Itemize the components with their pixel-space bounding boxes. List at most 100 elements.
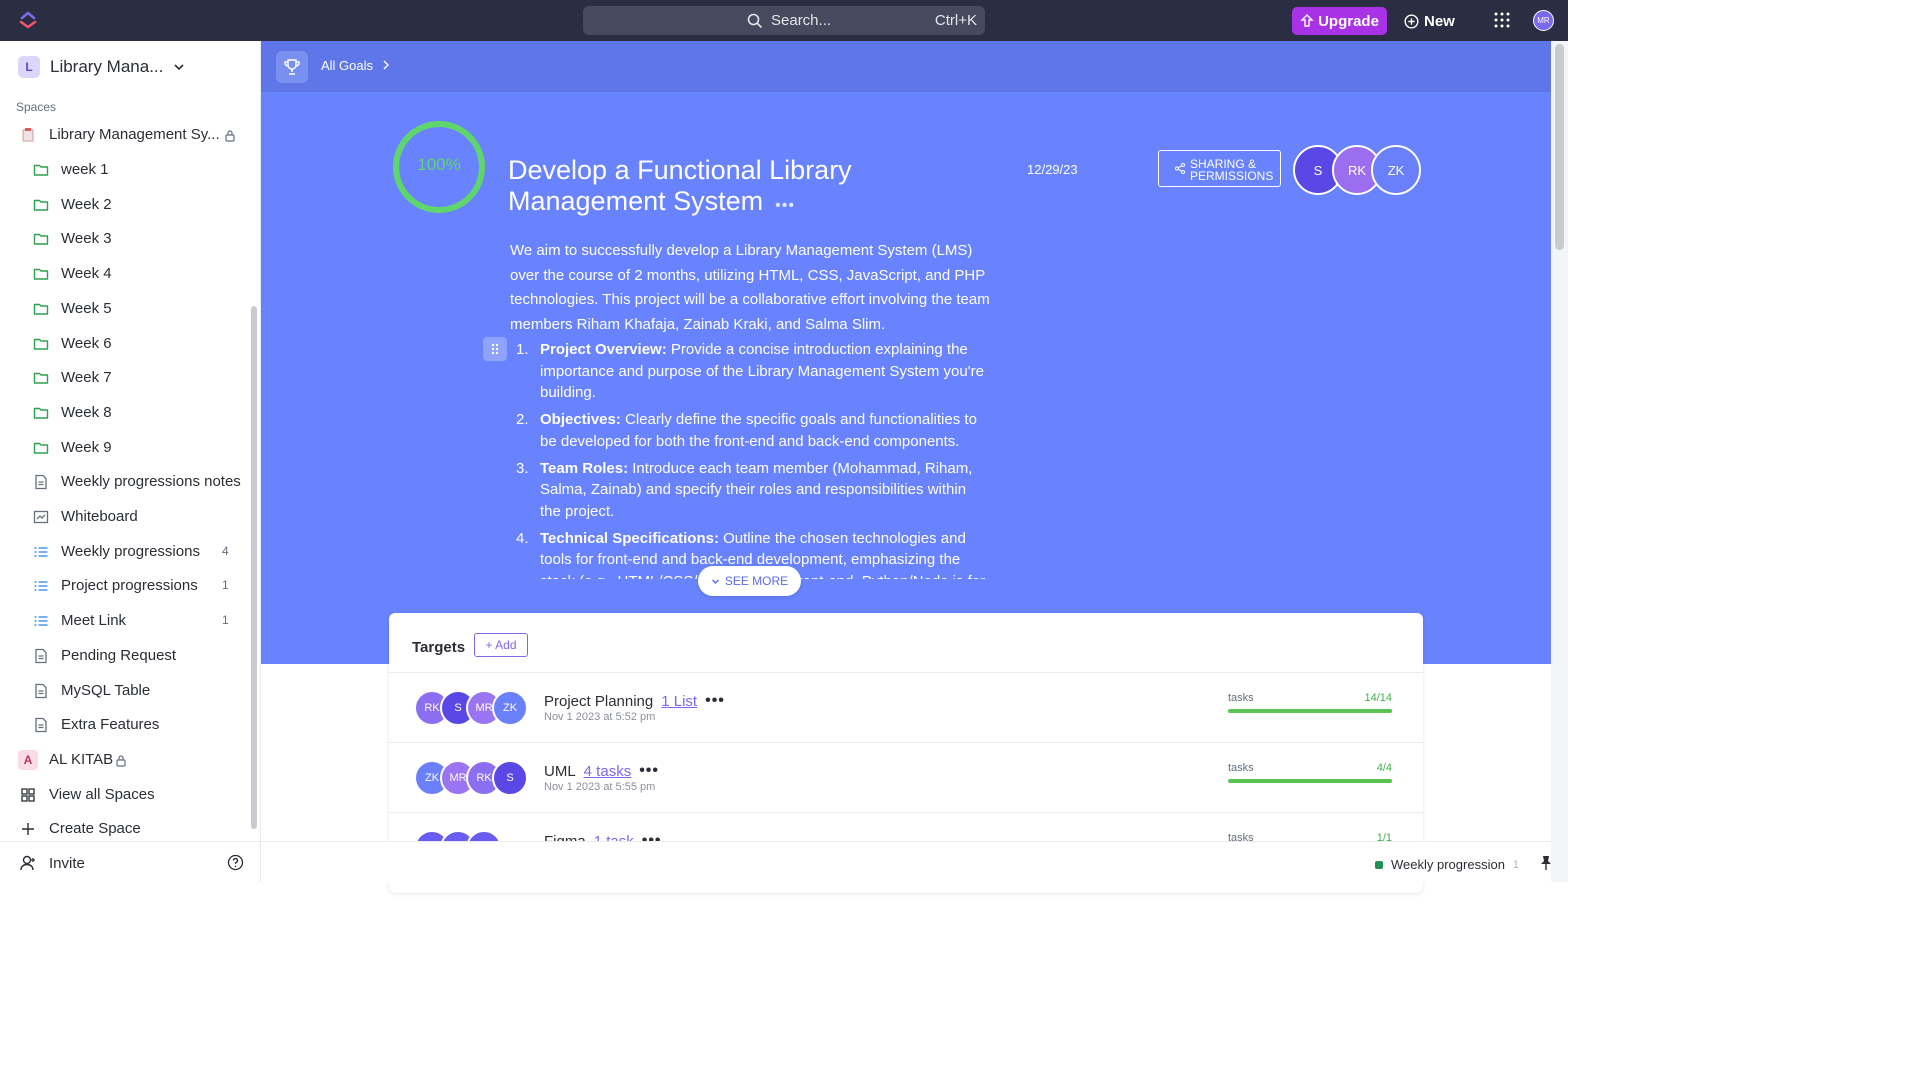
goal-list-item[interactable]: 1. Project Overview: Provide a concise in… (510, 339, 990, 404)
tray-item-weekly-progression[interactable]: Weekly progression 1 (1375, 857, 1519, 872)
assignee-avatar[interactable]: S (492, 760, 528, 796)
sidebar-item[interactable]: Extra Features (0, 710, 250, 740)
more-icon[interactable]: ••• (639, 762, 659, 780)
sidebar-item-count: 1 (222, 578, 229, 593)
sidebar-item[interactable]: Project progressions 1 (0, 571, 250, 601)
search-shortcut: Ctrl+K (934, 12, 977, 29)
sidebar-item[interactable]: Week 7 (0, 363, 250, 393)
sidebar-item-count: 1 (222, 613, 229, 628)
sidebar-item[interactable]: Weekly progressions 4 (0, 537, 250, 567)
member-avatar-zk[interactable]: ZK (1371, 145, 1421, 195)
list-icon (33, 613, 49, 629)
sidebar-item-label: Week 3 (61, 230, 112, 248)
target-name[interactable]: UML (544, 763, 576, 780)
space-emoji-icon (22, 128, 34, 142)
new-button[interactable]: New (1404, 8, 1455, 34)
goal-list-item[interactable]: 3. Team Roles: Introduce each team member… (510, 458, 990, 523)
sidebar-item[interactable]: Week 6 (0, 329, 250, 359)
sidebar-item[interactable]: Week 8 (0, 398, 250, 428)
list-icon (33, 544, 49, 560)
create-space[interactable]: Create Space (0, 814, 250, 844)
doc-icon (33, 717, 49, 733)
lock-icon (225, 130, 235, 142)
trophy-icon[interactable] (276, 51, 308, 83)
list-item-heading: Objectives: (540, 411, 621, 429)
folder-icon (33, 336, 49, 352)
goal-title[interactable]: Develop a Functional Library Management … (508, 155, 1008, 221)
see-more-button[interactable]: SEE MORE (698, 566, 801, 596)
goal-due-date[interactable]: 12/29/23 (1027, 162, 1078, 177)
target-progress-value: 4/4 (1376, 762, 1392, 774)
space-library-management[interactable]: Library Management Sy... (0, 120, 250, 150)
breadcrumb[interactable]: All Goals (321, 58, 391, 73)
sidebar-item[interactable]: Week 9 (0, 433, 250, 463)
sidebar-item-label: Week 5 (61, 299, 112, 317)
target-row[interactable]: ZK MR RK S UML 4 tasks ••• Nov 1 2023 at 5:55 p… (389, 742, 1423, 812)
sidebar-item-label: Pending Request (61, 646, 177, 664)
sidebar-item-label: Week 2 (61, 195, 112, 213)
list-number: 4. (516, 529, 529, 547)
create-space-label: Create Space (49, 820, 141, 837)
goal-title-text: Develop a Functional Library Management … (508, 155, 852, 216)
sidebar-item[interactable]: Week 4 (0, 259, 250, 289)
goal-more-icon[interactable]: ••• (775, 197, 795, 214)
help-icon[interactable] (227, 854, 244, 871)
workspace-switcher[interactable]: L Library Mana... (18, 56, 185, 78)
sidebar-item[interactable]: Meet Link 1 (0, 606, 250, 636)
sharing-permissions-button[interactable]: SHARING & PERMISSIONS (1158, 150, 1281, 187)
folder-icon (33, 231, 49, 247)
sidebar-item-label: Meet Link (61, 612, 127, 630)
target-date: Nov 1 2023 at 5:55 pm (544, 781, 656, 793)
drag-handle-icon[interactable] (483, 337, 507, 361)
target-name[interactable]: Project Planning (544, 693, 653, 710)
apps-grid-icon[interactable] (1494, 12, 1510, 28)
sidebar-item[interactable]: Pending Request (0, 641, 250, 671)
goal-list-item[interactable]: 2. Objectives: Clearly define the specifi… (510, 409, 990, 452)
target-progress-fill (1228, 709, 1392, 713)
share-label: SHARING & PERMISSIONS (1190, 157, 1274, 183)
share-icon (1175, 163, 1185, 174)
sidebar-item[interactable]: Week 5 (0, 294, 250, 324)
target-link[interactable]: 4 tasks (584, 763, 632, 780)
top-bar: Search... Ctrl+K Upgrade New MR (0, 0, 1568, 41)
sidebar-item-label: Weekly progressions (61, 542, 200, 560)
sidebar-item[interactable]: Week 3 (0, 224, 250, 254)
breadcrumb-all-goals[interactable]: All Goals (321, 58, 373, 73)
more-icon[interactable]: ••• (705, 692, 725, 710)
target-name-row: Project Planning 1 List ••• (544, 692, 725, 710)
goal-hero: All Goals 100% Develop a Functional Libr… (261, 41, 1551, 664)
invite-button[interactable]: Invite (49, 855, 85, 872)
sidebar-item[interactable]: Weekly progressions notes (0, 467, 250, 497)
sidebar-item[interactable]: week 1 (0, 155, 250, 185)
main-scrollbar[interactable] (1551, 41, 1568, 882)
sidebar-item-label: MySQL Table (61, 681, 151, 699)
target-row[interactable]: RK S MR ZK Project Planning 1 List ••• Nov 1 20… (389, 672, 1423, 742)
target-link[interactable]: 1 List (661, 693, 697, 710)
add-target-button[interactable]: + Add (474, 633, 528, 657)
assignee-avatar[interactable]: ZK (492, 690, 528, 726)
folder-icon (33, 197, 49, 213)
space-badge-a: A (18, 750, 38, 770)
main-scrollbar-thumb[interactable] (1555, 44, 1564, 250)
sidebar-item[interactable]: Whiteboard (0, 502, 250, 532)
sidebar-item[interactable]: Week 2 (0, 190, 250, 220)
space-al-kitab[interactable]: A AL KITAB (0, 745, 250, 775)
sidebar-scrollbar[interactable] (251, 306, 257, 829)
list-icon (33, 578, 49, 594)
new-label: New (1424, 12, 1455, 30)
folder-icon (33, 301, 49, 317)
targets-heading: Targets (412, 639, 466, 656)
sidebar-item[interactable]: MySQL Table (0, 676, 250, 706)
view-all-label: View all Spaces (49, 786, 155, 803)
clickup-logo-icon[interactable] (18, 10, 38, 30)
user-avatar[interactable]: MR (1533, 10, 1554, 31)
view-all-spaces[interactable]: View all Spaces (0, 780, 250, 810)
goal-description[interactable]: We aim to successfully develop a Library… (510, 239, 990, 337)
search-placeholder: Search... (771, 12, 832, 29)
chevron-down-icon (174, 64, 184, 71)
target-progress-label: tasks (1228, 692, 1254, 704)
whiteboard-icon (33, 509, 49, 525)
upgrade-button[interactable]: Upgrade (1292, 7, 1387, 35)
folder-icon (33, 266, 49, 282)
search-bar[interactable]: Search... Ctrl+K (583, 6, 985, 35)
